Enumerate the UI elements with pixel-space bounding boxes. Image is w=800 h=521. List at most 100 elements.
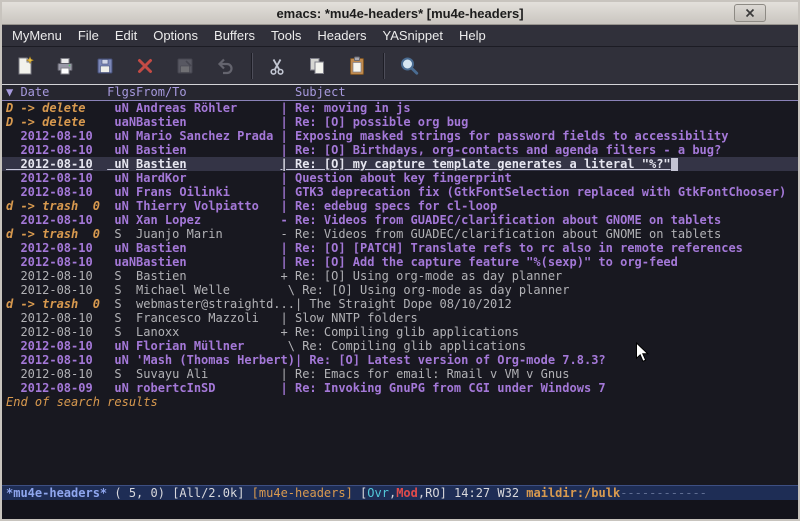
menu-headers[interactable]: Headers bbox=[309, 25, 374, 46]
message-from: 'Mash (Thomas Herbert) bbox=[136, 353, 295, 367]
message-from: Florian Müllner bbox=[136, 339, 280, 353]
emacs-window: emacs: *mu4e-headers* [mu4e-headers] MyM… bbox=[0, 0, 800, 521]
message-from: Michael Welle bbox=[136, 283, 280, 297]
menu-yasnippet[interactable]: YASnippet bbox=[374, 25, 450, 46]
print-button[interactable] bbox=[49, 51, 81, 81]
save-icon bbox=[94, 55, 116, 77]
menu-mymenu[interactable]: MyMenu bbox=[4, 25, 70, 46]
message-list-area: D -> delete uN Andreas Röhler | Re: movi… bbox=[2, 101, 798, 485]
header-from-column: From/To bbox=[136, 85, 280, 100]
window-title: emacs: *mu4e-headers* [mu4e-headers] bbox=[2, 6, 798, 21]
message-subject: | Re: Invoking GnuPG from CGI under Wind… bbox=[281, 381, 606, 395]
message-from: Francesco Mazzoli bbox=[136, 311, 280, 325]
modeline-segment-plain: [All/2.0k] bbox=[172, 486, 251, 500]
message-date: 2012-08-09 bbox=[6, 381, 107, 395]
new-file-icon bbox=[14, 55, 36, 77]
text-cursor bbox=[671, 158, 678, 171]
modeline-segment-mode: [mu4e-headers] bbox=[252, 486, 360, 500]
new-file-button[interactable] bbox=[9, 51, 41, 81]
search-button[interactable] bbox=[393, 51, 425, 81]
paste-button[interactable] bbox=[341, 51, 373, 81]
kill-buffer-button[interactable] bbox=[129, 51, 161, 81]
message-row[interactable]: 2012-08-10 S Lanoxx + Re: Compiling glib… bbox=[2, 325, 798, 339]
titlebar[interactable]: emacs: *mu4e-headers* [mu4e-headers] bbox=[2, 2, 798, 25]
message-row[interactable]: 2012-08-10 uN Bastien | Re: [O] Birthday… bbox=[2, 143, 798, 157]
modeline-segment-plain: ( 5, 0) bbox=[107, 486, 172, 500]
message-flags: S bbox=[107, 311, 136, 325]
message-date: 2012-08-10 bbox=[6, 241, 107, 255]
message-row[interactable]: 2012-08-10 uN Bastien | Re: [O] [PATCH] … bbox=[2, 241, 798, 255]
message-subject: | Re: [O] Birthdays, org-contacts and ag… bbox=[281, 143, 722, 157]
message-from: Mario Sanchez Prada bbox=[136, 129, 280, 143]
modeline-segment-mod: Mod bbox=[396, 486, 418, 500]
message-row[interactable]: 2012-08-10 uaN Bastien | Re: [O] Add the… bbox=[2, 255, 798, 269]
menu-buffers[interactable]: Buffers bbox=[206, 25, 263, 46]
message-row[interactable]: 2012-08-10 uN 'Mash (Thomas Herbert) | R… bbox=[2, 353, 798, 367]
paste-icon bbox=[346, 55, 368, 77]
message-subject: | Re: [O] my capture template generates … bbox=[281, 157, 678, 171]
message-flags: uN bbox=[107, 101, 136, 115]
message-subject: | Re: moving in js bbox=[281, 101, 411, 115]
message-row[interactable]: d -> trash 0 S webmaster@straightd... | … bbox=[2, 297, 798, 311]
message-row[interactable]: 2012-08-10 uN Mario Sanchez Prada | Expo… bbox=[2, 129, 798, 143]
message-from: Juanjo Marin bbox=[136, 227, 280, 241]
toolbar-separator bbox=[383, 53, 385, 79]
message-row[interactable]: 2012-08-10 uN HardKor | Question about k… bbox=[2, 171, 798, 185]
copy-button[interactable] bbox=[301, 51, 333, 81]
message-flags: uN bbox=[107, 143, 136, 157]
message-subject: | The Straight Dope 08/10/2012 bbox=[295, 297, 512, 311]
message-row[interactable]: 2012-08-10 uN Bastien | Re: [O] my captu… bbox=[2, 157, 798, 171]
message-date: 2012-08-10 bbox=[6, 255, 107, 269]
message-row[interactable]: d -> trash 0 uN Thierry Volpiatto | Re: … bbox=[2, 199, 798, 213]
message-subject: | Re: [O] possible org bug bbox=[281, 115, 469, 129]
message-flags: S bbox=[107, 367, 136, 381]
message-row[interactable]: 2012-08-10 S Suvayu Ali | Re: Emacs for … bbox=[2, 367, 798, 381]
menu-options[interactable]: Options bbox=[145, 25, 206, 46]
message-date: 2012-08-10 bbox=[6, 367, 107, 381]
message-from: Lanoxx bbox=[136, 325, 280, 339]
save-button[interactable] bbox=[89, 51, 121, 81]
header-flags-column: Flgs bbox=[107, 85, 136, 100]
message-subject: | Re: [O] Add the capture feature "%(sex… bbox=[281, 255, 678, 269]
message-from: Xan Lopez bbox=[136, 213, 280, 227]
message-flags: uN bbox=[107, 241, 136, 255]
cut-button[interactable] bbox=[261, 51, 293, 81]
message-from: Bastien bbox=[136, 269, 280, 283]
menu-tools[interactable]: Tools bbox=[263, 25, 309, 46]
message-date: D -> delete bbox=[6, 101, 107, 115]
message-from: Bastien bbox=[136, 143, 280, 157]
header-date-column: ▼ Date bbox=[6, 85, 107, 100]
menu-edit[interactable]: Edit bbox=[107, 25, 145, 46]
message-subject: | Re: Emacs for email: Rmail v VM v Gnus bbox=[281, 367, 570, 381]
message-row[interactable]: 2012-08-10 S Michael Welle \ Re: [O] Usi… bbox=[2, 283, 798, 297]
message-date: d -> trash 0 bbox=[6, 297, 107, 311]
message-flags: uN bbox=[107, 339, 136, 353]
message-from: webmaster@straightd... bbox=[136, 297, 295, 311]
menu-help[interactable]: Help bbox=[451, 25, 494, 46]
message-date: 2012-08-10 bbox=[6, 185, 107, 199]
message-from: Andreas Röhler bbox=[136, 101, 280, 115]
message-row[interactable]: d -> trash 0 S Juanjo Marin - Re: Videos… bbox=[2, 227, 798, 241]
message-flags: S bbox=[107, 283, 136, 297]
message-from: HardKor bbox=[136, 171, 280, 185]
message-flags: S bbox=[107, 227, 136, 241]
menu-file[interactable]: File bbox=[70, 25, 107, 46]
message-row[interactable]: 2012-08-09 uN robertcInSD | Re: Invoking… bbox=[2, 381, 798, 395]
message-row[interactable]: 2012-08-10 S Bastien + Re: [O] Using org… bbox=[2, 269, 798, 283]
message-date: d -> trash 0 bbox=[6, 199, 107, 213]
message-flags: uN bbox=[107, 381, 136, 395]
message-row[interactable]: 2012-08-10 uN Florian Müllner \ Re: Comp… bbox=[2, 339, 798, 353]
message-row[interactable]: 2012-08-10 uN Frans Oilinki | GTK3 depre… bbox=[2, 185, 798, 199]
message-date: 2012-08-10 bbox=[6, 269, 107, 283]
close-button[interactable] bbox=[734, 4, 766, 22]
toolbar bbox=[2, 47, 798, 85]
message-date: 2012-08-10 bbox=[6, 339, 107, 353]
message-subject: | Re: edebug specs for cl-loop bbox=[281, 199, 498, 213]
message-row[interactable]: 2012-08-10 S Francesco Mazzoli | Slow NN… bbox=[2, 311, 798, 325]
message-row[interactable]: 2012-08-10 uN Xan Lopez - Re: Videos fro… bbox=[2, 213, 798, 227]
message-row[interactable]: D -> delete uaN Bastien | Re: [O] possib… bbox=[2, 115, 798, 129]
message-row[interactable]: D -> delete uN Andreas Röhler | Re: movi… bbox=[2, 101, 798, 115]
message-subject: | Exposing masked strings for password f… bbox=[281, 129, 729, 143]
cut-icon bbox=[266, 55, 288, 77]
message-date: 2012-08-10 bbox=[6, 213, 107, 227]
